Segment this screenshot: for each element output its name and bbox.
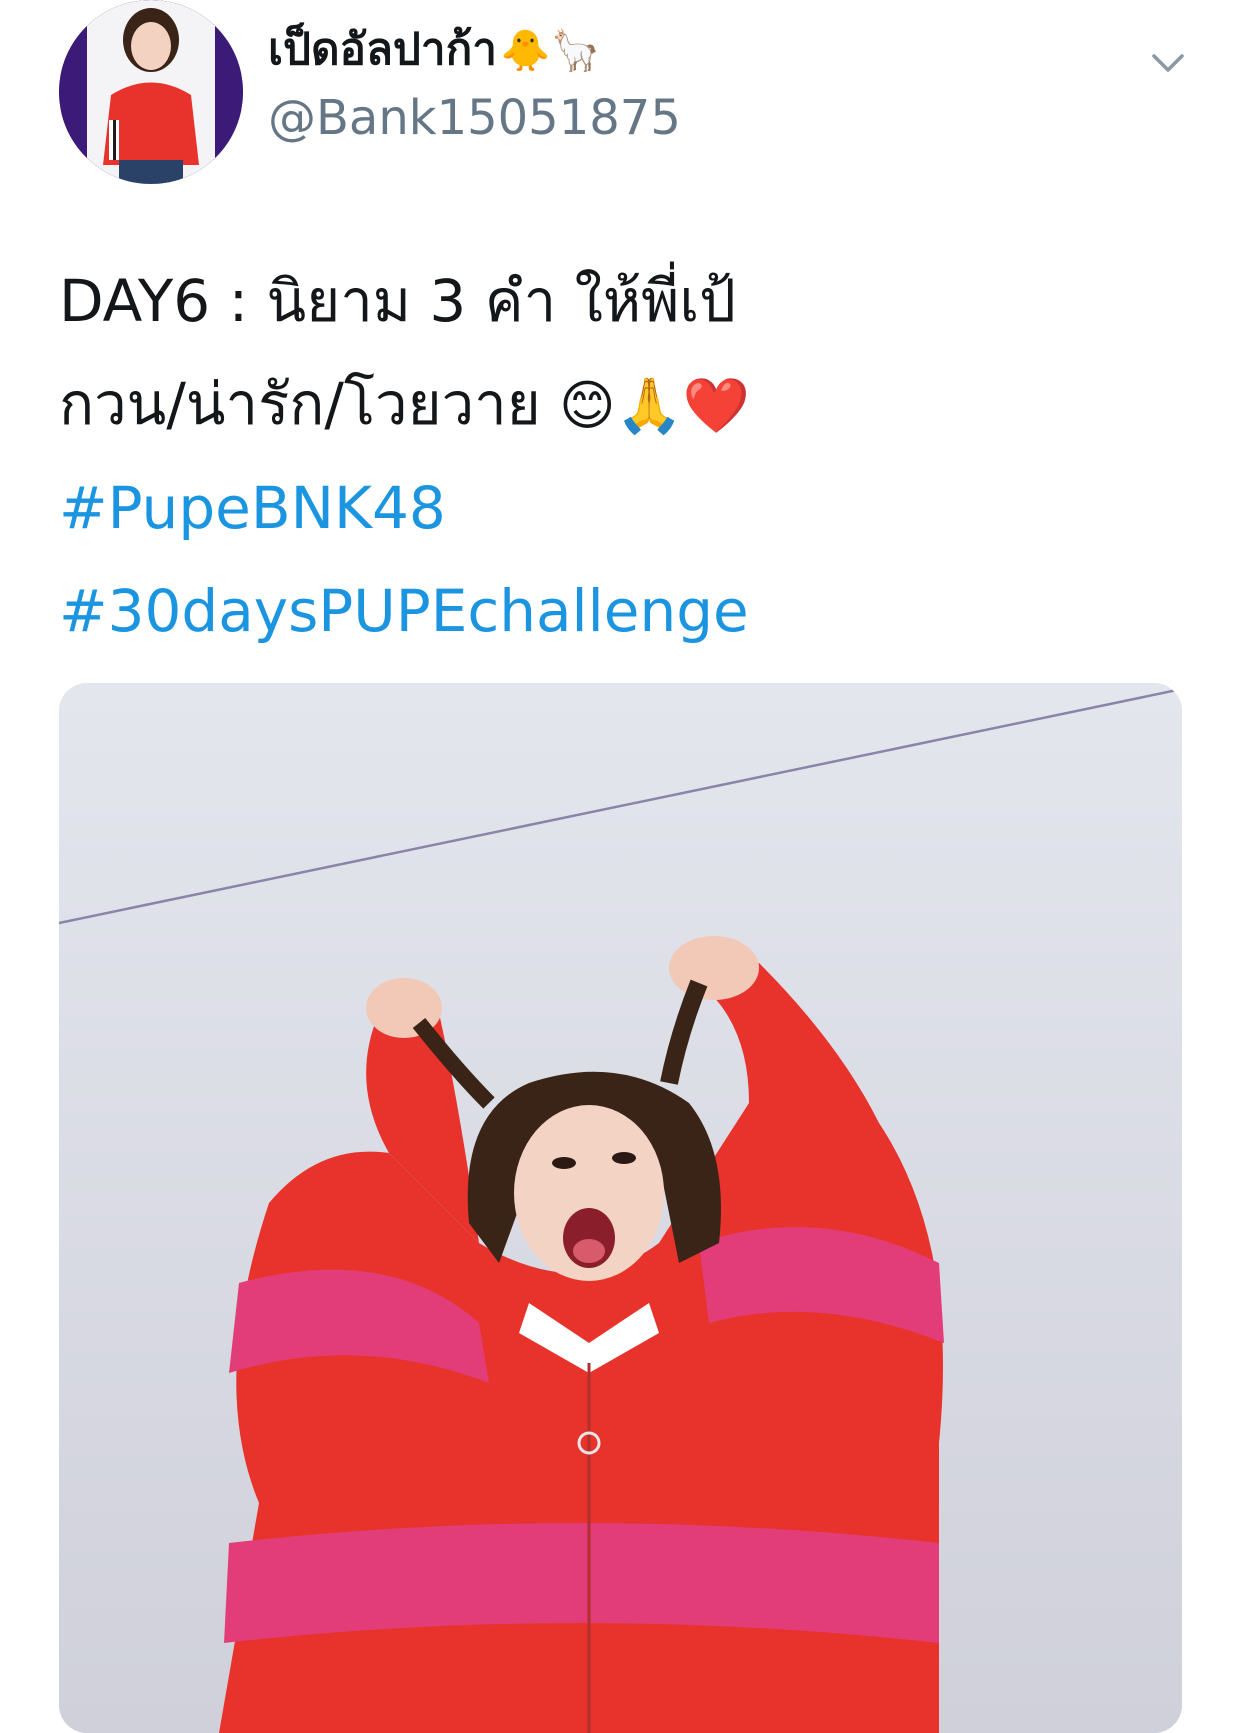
tweet-text: DAY6 : นิยาม 3 คำ ให้พี่เป้ กวน/น่ารัก/โ… xyxy=(59,250,1189,663)
chevron-down-icon xyxy=(1152,54,1184,72)
hashtag-link[interactable]: #PupeBNK48 xyxy=(59,474,446,542)
hashtag-line-2: #30daysPUPEchallenge xyxy=(59,560,1189,663)
hashtag-link[interactable]: #30daysPUPEchallenge xyxy=(59,577,749,645)
more-options-button[interactable] xyxy=(1148,42,1188,82)
tweet-card: เป็ดอัลปาก้า 🐥🦙 @Bank15051875 DAY6 : นิยา… xyxy=(0,0,1242,1733)
photo-illustration xyxy=(59,683,1182,1733)
hashtag-line-1: #PupeBNK48 xyxy=(59,457,1189,560)
tweet-line-1: DAY6 : นิยาม 3 คำ ให้พี่เป้ xyxy=(59,267,736,335)
tweet-line-2: กวน/น่ารัก/โวยวาย 😊🙏❤️ xyxy=(59,353,1189,457)
user-handle[interactable]: @Bank15051875 xyxy=(268,88,681,148)
name-emojis: 🐥🦙 xyxy=(500,28,601,74)
avatar-image xyxy=(59,0,243,184)
tweet-line-2-text: กวน/น่ารัก/โวยวาย xyxy=(59,370,541,438)
tweet-emojis: 😊🙏❤️ xyxy=(559,374,750,437)
display-name[interactable]: เป็ดอัลปาก้า 🐥🦙 xyxy=(268,22,601,79)
avatar[interactable] xyxy=(59,0,243,184)
tweet-photo[interactable] xyxy=(59,683,1182,1733)
display-name-text: เป็ดอัลปาก้า xyxy=(268,24,497,75)
